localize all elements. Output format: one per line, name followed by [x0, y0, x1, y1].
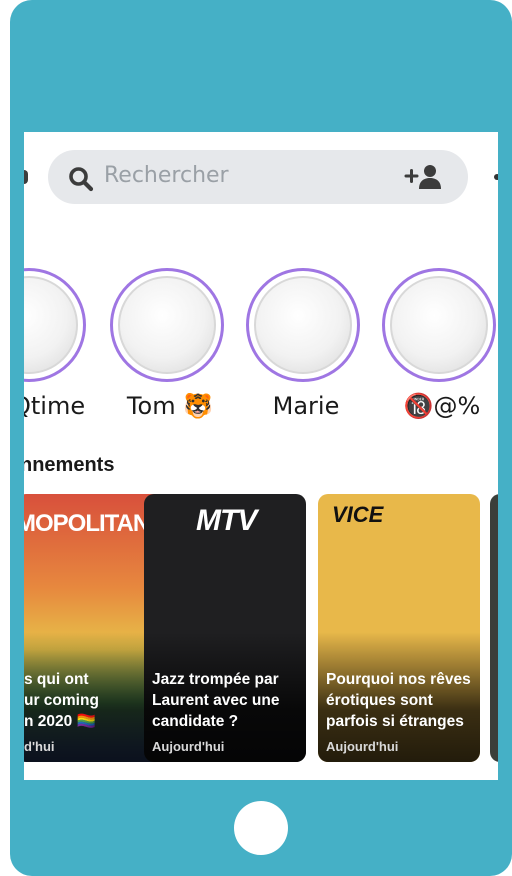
search-icon: [69, 167, 94, 192]
story-avatar-ring: [246, 268, 360, 382]
story-item[interactable]: 🔞@%: [382, 268, 498, 428]
card-time: Aujourd'hui: [326, 739, 399, 754]
stories-row: Qtime Tom 🐯 Marie 🔞@%: [24, 268, 498, 428]
home-button[interactable]: [234, 801, 288, 855]
avatar: [118, 276, 216, 374]
avatar: [390, 276, 488, 374]
story-name: Tom 🐯: [126, 392, 214, 420]
story-avatar-ring: [382, 268, 496, 382]
story-name: Marie: [272, 392, 340, 420]
story-item[interactable]: Qtime: [24, 268, 92, 428]
more-icon[interactable]: [494, 174, 498, 180]
card-title: Jazz trompée par Laurent avec une candid…: [152, 671, 280, 730]
avatar: [24, 276, 78, 374]
app-screen: Rechercher Qtime Tom 🐯 Marie 🔞@% nnement…: [24, 132, 498, 780]
card-title: Pourquoi nos rêves érotiques sont parfoi…: [326, 671, 471, 730]
discover-card[interactable]: VICE Pourquoi nos rêves érotiques sont p…: [318, 494, 480, 762]
profile-icon[interactable]: [24, 170, 28, 184]
discover-card[interactable]: MTV Jazz trompée par Laurent avec une ca…: [144, 494, 306, 762]
section-title: nnements: [24, 454, 115, 476]
search-input[interactable]: Rechercher: [104, 163, 229, 188]
publisher-logo: VICE: [332, 502, 384, 527]
card-time: d'hui: [24, 739, 55, 754]
story-item[interactable]: Marie: [246, 268, 366, 428]
publisher-logo: MOPOLITAN: [24, 510, 150, 537]
story-avatar-ring: [24, 268, 86, 382]
card-time: Aujourd'hui: [152, 739, 225, 754]
discover-card[interactable]: [490, 494, 498, 762]
search-bar[interactable]: Rechercher: [48, 150, 468, 204]
story-item[interactable]: Tom 🐯: [110, 268, 230, 428]
publisher-logo: MTV: [196, 504, 257, 537]
avatar: [254, 276, 352, 374]
story-name: 🔞@%: [403, 392, 481, 420]
add-friend-icon[interactable]: [404, 164, 442, 190]
story-avatar-ring: [110, 268, 224, 382]
